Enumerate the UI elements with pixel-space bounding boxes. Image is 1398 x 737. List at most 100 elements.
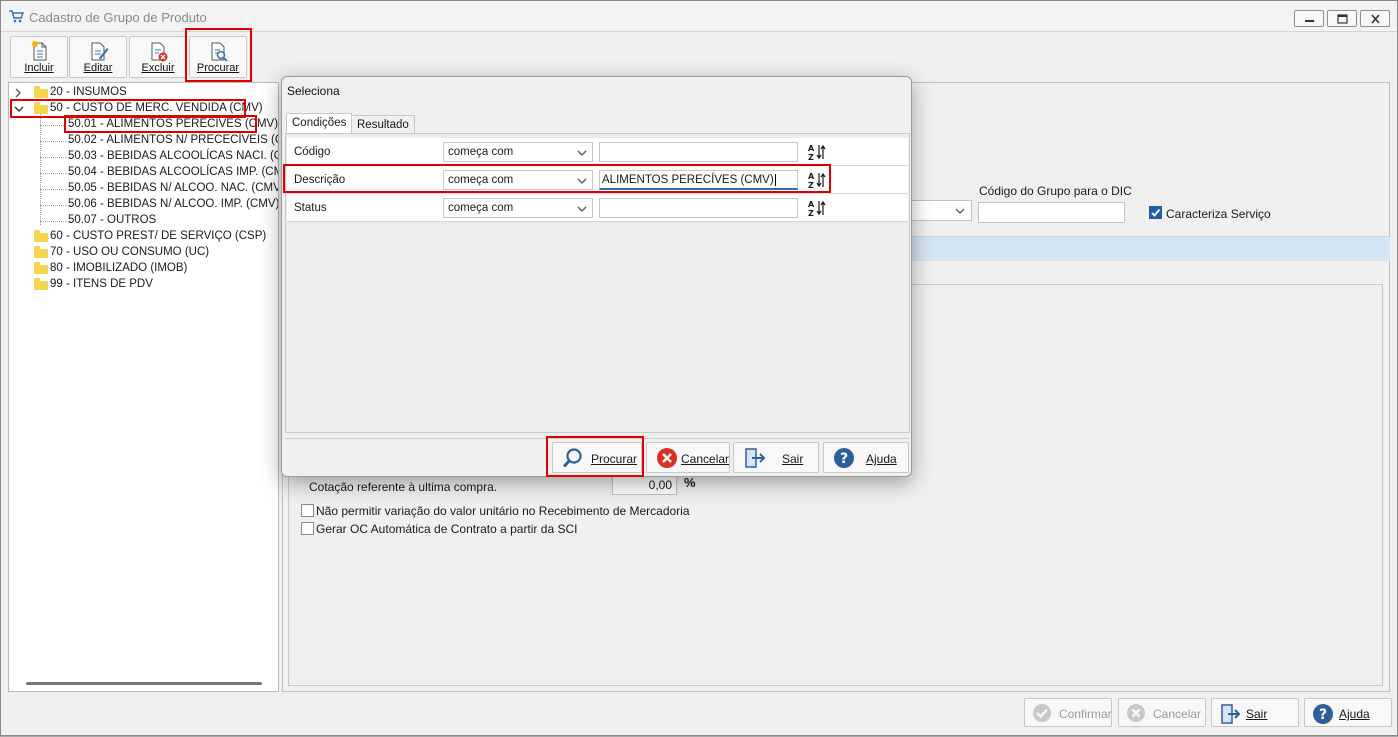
help-icon: ?	[1313, 704, 1333, 724]
main-window: Cadastro de Grupo de Produto Incluir Edi…	[0, 0, 1398, 736]
svg-text:A: A	[808, 200, 815, 209]
tree-item-label: 50.02 - ALIMENTOS N/ PRECECÍVEIS (CMV	[68, 134, 279, 146]
operator-value: começa com	[448, 146, 514, 158]
editar-label: Editar	[83, 62, 113, 74]
sair-bottom-button[interactable]: Sair	[1211, 698, 1299, 727]
edit-document-icon	[91, 42, 109, 61]
dic-input[interactable]	[978, 202, 1125, 223]
folder-icon	[34, 262, 48, 274]
tree-connector	[40, 189, 66, 190]
highlight-procurar-toolbar	[185, 28, 252, 82]
cotacao-label: Cotação referente à ultima compra.	[309, 480, 498, 494]
cancelar-bottom-label: Cancelar	[1153, 707, 1202, 721]
tree-item-50-07[interactable]: 50.07 - OUTROS	[68, 213, 156, 228]
ajuda-dialog-button[interactable]: ? Ajuda	[823, 442, 909, 473]
group-tree[interactable]: 20 - INSUMOS 50 - CUSTO DE MERC. VENDIDA…	[8, 82, 279, 692]
close-button[interactable]	[1360, 10, 1390, 27]
tree-item-50-05[interactable]: 50.05 - BEBIDAS N/ ALCOO. NAC. (CMV)	[68, 181, 279, 196]
dialog-title: Seleciona	[287, 84, 340, 98]
folder-icon	[34, 278, 48, 290]
tree-item-label: 80 - IMOBILIZADO (IMOB)	[50, 262, 188, 274]
value-input[interactable]	[599, 142, 798, 162]
excluir-button[interactable]: Excluir	[129, 36, 187, 78]
editar-button[interactable]: Editar	[69, 36, 127, 78]
svg-text:?: ?	[840, 451, 848, 467]
tree-item-label: 99 - ITENS DE PDV	[50, 278, 153, 290]
tree-horizontal-scrollbar[interactable]	[26, 682, 262, 685]
window-title: Cadastro de Grupo de Produto	[29, 10, 207, 25]
operator-select[interactable]: começa com	[443, 198, 593, 218]
tab-label: Condições	[292, 117, 347, 129]
restore-button[interactable]	[1327, 10, 1357, 27]
cancel-circle-icon	[1127, 704, 1145, 722]
grupo-combo[interactable]	[910, 200, 972, 221]
svg-text:Z: Z	[808, 153, 814, 162]
tree-item-label: 20 - INSUMOS	[50, 86, 127, 98]
tab-condicoes[interactable]: Condições	[286, 113, 353, 133]
sort-az-icon[interactable]: A Z	[807, 142, 827, 162]
confirmar-button[interactable]: Confirmar	[1024, 698, 1112, 727]
cancelar-bottom-button[interactable]: Cancelar	[1118, 698, 1206, 727]
highlight-descricao-row	[283, 164, 831, 193]
minimize-icon	[1305, 20, 1314, 22]
tree-item-label: 50.06 - BEBIDAS N/ ALCOO. IMP. (CMV)	[68, 198, 279, 210]
cancelar-dialog-button[interactable]: Cancelar	[646, 442, 730, 473]
incluir-label: Incluir	[24, 62, 54, 74]
excluir-label: Excluir	[141, 62, 175, 74]
nao-permitir-checkbox[interactable]	[301, 504, 314, 517]
row-label: Código	[294, 146, 331, 158]
svg-text:Z: Z	[808, 209, 814, 218]
tree-item-label: 50.05 - BEBIDAS N/ ALCOO. NAC. (CMV)	[68, 182, 279, 194]
tree-item-50-06[interactable]: 50.06 - BEBIDAS N/ ALCOO. IMP. (CMV)	[68, 197, 279, 212]
tree-connector	[40, 173, 66, 174]
cancel-circle-icon	[657, 448, 677, 468]
gerar-oc-label: Gerar OC Automática de Contrato a partir…	[316, 522, 578, 536]
value-input[interactable]	[599, 198, 798, 218]
tree-connector	[40, 125, 66, 126]
tree-connector	[40, 113, 41, 225]
checkmark-icon	[1151, 208, 1161, 217]
tree-item-50-02[interactable]: 50.02 - ALIMENTOS N/ PRECECÍVEIS (CMV	[68, 133, 279, 148]
tab-resultado[interactable]: Resultado	[351, 115, 415, 135]
sair-bottom-label: Sair	[1246, 707, 1268, 721]
confirmar-label: Confirmar	[1059, 707, 1112, 721]
tree-connector	[40, 221, 66, 222]
selected-row-band	[910, 236, 1390, 261]
sair-dialog-button[interactable]: Sair	[733, 442, 819, 473]
ajuda-dialog-label: Ajuda	[866, 452, 897, 466]
incluir-button[interactable]: Incluir	[10, 36, 68, 78]
tab-label: Resultado	[357, 119, 409, 131]
gerar-oc-checkbox[interactable]	[301, 522, 314, 535]
exit-door-icon	[745, 448, 766, 468]
chevron-down-icon	[577, 150, 587, 156]
folder-icon	[34, 86, 48, 98]
tree-connector	[40, 205, 66, 206]
dic-label: Código do Grupo para o DIC	[979, 184, 1132, 198]
svg-text:?: ?	[1319, 707, 1327, 723]
ajuda-bottom-label: Ajuda	[1339, 707, 1370, 721]
tree-item-label: 50.04 - BEBIDAS ALCOOLÍCAS IMP. (CMV)	[68, 166, 279, 178]
condition-row-status: Status começa com A Z	[287, 194, 908, 222]
caracteriza-servico-checkbox[interactable]	[1149, 206, 1162, 219]
folder-icon	[34, 246, 48, 258]
tree-connector	[40, 157, 66, 158]
operator-select[interactable]: começa com	[443, 142, 593, 162]
close-icon	[1371, 14, 1380, 24]
condition-row-codigo: Código começa com A Z	[287, 138, 908, 166]
sort-az-icon[interactable]: A Z	[807, 198, 827, 218]
sair-dialog-label: Sair	[782, 452, 804, 466]
tree-item-label: 50.03 - BEBIDAS ALCOOLÍCAS NACI. (CMV	[68, 150, 279, 162]
cotacao-input[interactable]: 0,00	[612, 474, 677, 495]
ajuda-bottom-button[interactable]: ? Ajuda	[1304, 698, 1392, 727]
minimize-button[interactable]	[1294, 10, 1324, 27]
tree-item-label: 60 - CUSTO PREST/ DE SERVIÇO (CSP)	[50, 230, 267, 242]
cotacao-value: 0,00	[648, 478, 672, 492]
caracteriza-servico-label: Caracteriza Serviço	[1166, 207, 1271, 221]
nao-permitir-label: Não permitir variação do valor unitário …	[316, 504, 690, 518]
tree-item-50-04[interactable]: 50.04 - BEBIDAS ALCOOLÍCAS IMP. (CMV)	[68, 165, 279, 180]
operator-value: começa com	[448, 202, 514, 214]
row-label: Status	[294, 202, 327, 214]
folder-icon	[34, 230, 48, 242]
tree-item-50-03[interactable]: 50.03 - BEBIDAS ALCOOLÍCAS NACI. (CMV	[68, 149, 279, 164]
chevron-down-icon	[955, 208, 965, 214]
